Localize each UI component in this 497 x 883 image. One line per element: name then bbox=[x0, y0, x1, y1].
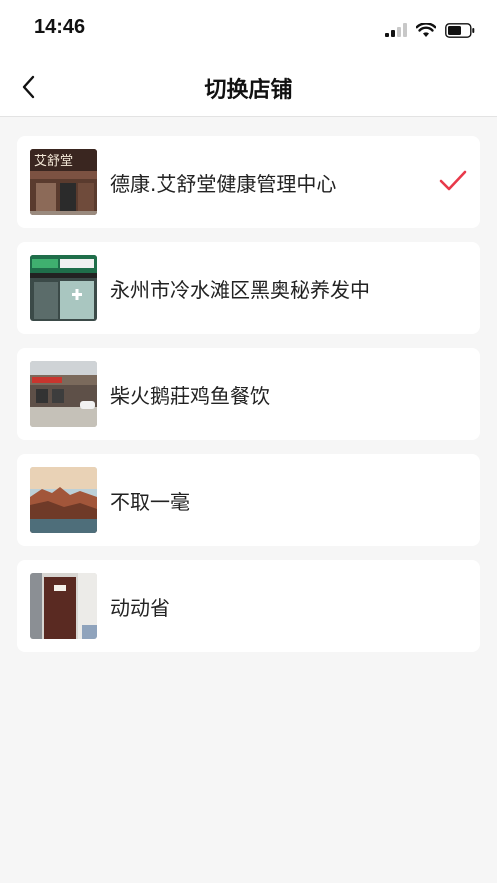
store-item[interactable]: 不取一毫 bbox=[17, 454, 480, 546]
store-list: 艾舒堂 德康.艾舒堂健康管理中心 永州市冷水滩区黑奥秘养发中 柴火鹅莊鸡鱼餐饮 … bbox=[17, 136, 480, 666]
store-thumbnail bbox=[30, 573, 97, 639]
store-thumbnail: 艾舒堂 bbox=[30, 149, 97, 215]
store-item[interactable]: 柴火鹅莊鸡鱼餐饮 bbox=[17, 348, 480, 440]
store-name: 动动省 bbox=[110, 596, 170, 620]
store-name: 永州市冷水滩区黑奥秘养发中 bbox=[110, 278, 370, 302]
battery-icon bbox=[445, 22, 475, 38]
status-time: 14:46 bbox=[34, 16, 86, 38]
signal-icon bbox=[385, 23, 407, 37]
store-name: 德康.艾舒堂健康管理中心 bbox=[110, 172, 337, 196]
store-item[interactable]: 永州市冷水滩区黑奥秘养发中 bbox=[17, 242, 480, 334]
store-name: 柴火鹅莊鸡鱼餐饮 bbox=[110, 384, 270, 408]
store-item[interactable]: 动动省 bbox=[17, 560, 480, 652]
page-title: 切换店铺 bbox=[204, 78, 293, 103]
wifi-icon bbox=[416, 22, 436, 37]
store-thumbnail bbox=[30, 467, 97, 533]
store-sign-text: 艾舒堂 bbox=[34, 154, 73, 169]
store-thumbnail bbox=[30, 361, 97, 427]
store-thumbnail bbox=[30, 255, 97, 321]
store-item[interactable]: 艾舒堂 德康.艾舒堂健康管理中心 bbox=[17, 136, 480, 228]
check-icon bbox=[439, 170, 467, 191]
status-bar: 14:46 bbox=[0, 0, 497, 58]
status-icons bbox=[385, 20, 475, 40]
store-name: 不取一毫 bbox=[110, 490, 190, 514]
navigation-bar: 切换店铺 bbox=[0, 58, 497, 117]
